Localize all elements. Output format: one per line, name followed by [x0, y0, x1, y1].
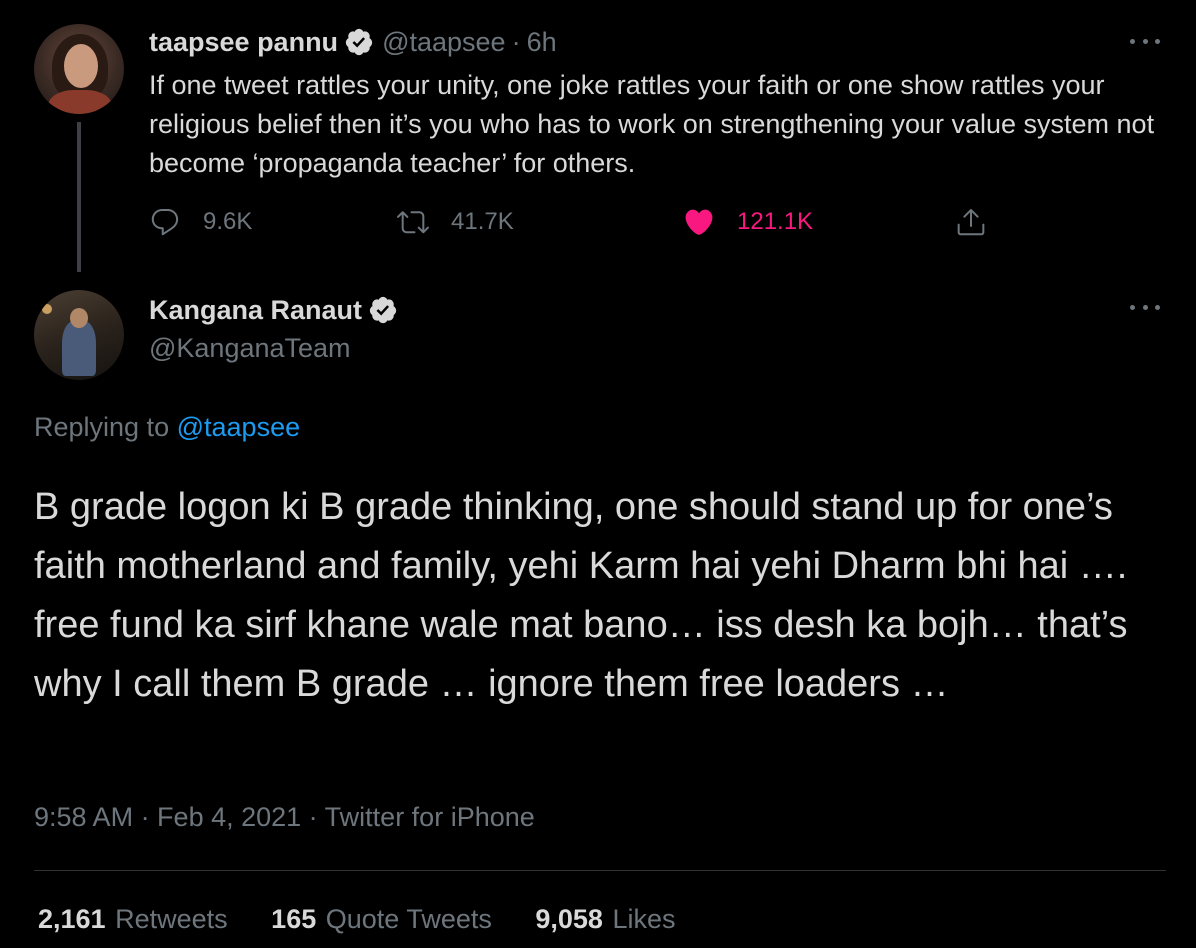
quotes-stat-count: 165	[271, 904, 317, 934]
parent-handle[interactable]: @taapsee	[382, 27, 506, 58]
parent-tweet-header: taapsee pannu @taapsee · 6h	[149, 24, 557, 60]
tweet-thread: taapsee pannu @taapsee · 6h If one tweet…	[0, 0, 1196, 948]
parent-time[interactable]: 6h	[527, 27, 557, 58]
main-tweet-header: Kangana Ranaut	[149, 292, 398, 328]
replying-mention-link[interactable]: @taapsee	[177, 412, 301, 442]
main-handle[interactable]: @KanganaTeam	[149, 333, 351, 364]
main-tweet-text: B grade logon ki B grade thinking, one s…	[34, 486, 1128, 705]
avatar-background-detail	[42, 304, 52, 314]
avatar-face	[70, 308, 88, 328]
retweets-stat-label: Retweets	[115, 904, 228, 934]
heart-filled-icon	[685, 209, 713, 235]
like-button[interactable]: 121.1K	[683, 200, 813, 244]
like-count: 121.1K	[737, 208, 814, 235]
likes-stat-label: Likes	[612, 904, 676, 934]
avatar-kangana[interactable]	[34, 290, 124, 380]
retweet-count: 41.7K	[451, 208, 514, 235]
retweet-icon	[397, 211, 429, 234]
more-horizontal-icon[interactable]	[1130, 36, 1160, 46]
likes-stat-link[interactable]: 9,058 Likes	[535, 904, 675, 934]
retweet-button[interactable]: 41.7K	[397, 200, 514, 244]
more-horizontal-icon[interactable]	[1130, 302, 1160, 312]
avatar-taapsee[interactable]	[34, 24, 124, 114]
quotes-stat-label: Quote Tweets	[325, 904, 492, 934]
thread-connector-line	[77, 122, 81, 272]
verified-badge-icon	[345, 28, 373, 56]
share-icon	[957, 209, 985, 236]
avatar-body	[62, 320, 96, 376]
parent-tweet-actions: 9.6K 41.7K 121.1K	[149, 200, 1009, 244]
main-display-name[interactable]: Kangana Ranaut	[149, 295, 362, 326]
separator-dot: ·	[511, 26, 521, 57]
reply-button[interactable]: 9.6K	[149, 200, 252, 244]
replying-label: Replying to	[34, 412, 170, 442]
reply-icon	[151, 208, 179, 236]
share-button[interactable]	[955, 200, 1009, 244]
quotes-stat-link[interactable]: 165 Quote Tweets	[271, 904, 499, 934]
avatar-face	[64, 44, 98, 88]
parent-tweet-text: If one tweet rattles your unity, one jok…	[149, 70, 1155, 178]
parent-display-name[interactable]: taapsee pannu	[149, 27, 338, 58]
retweets-stat-count: 2,161	[38, 904, 106, 934]
retweets-stat-link[interactable]: 2,161 Retweets	[38, 904, 235, 934]
tweet-timestamp-source[interactable]: 9:58 AM · Feb 4, 2021 · Twitter for iPho…	[34, 802, 535, 833]
replying-to: Replying to @taapsee	[34, 412, 300, 443]
tweet-stats: 2,161 Retweets 165 Quote Tweets 9,058 Li…	[38, 904, 712, 935]
verified-badge-icon	[369, 296, 397, 324]
avatar-body	[48, 90, 112, 114]
likes-stat-count: 9,058	[535, 904, 603, 934]
reply-count: 9.6K	[203, 208, 253, 235]
divider	[34, 870, 1166, 871]
